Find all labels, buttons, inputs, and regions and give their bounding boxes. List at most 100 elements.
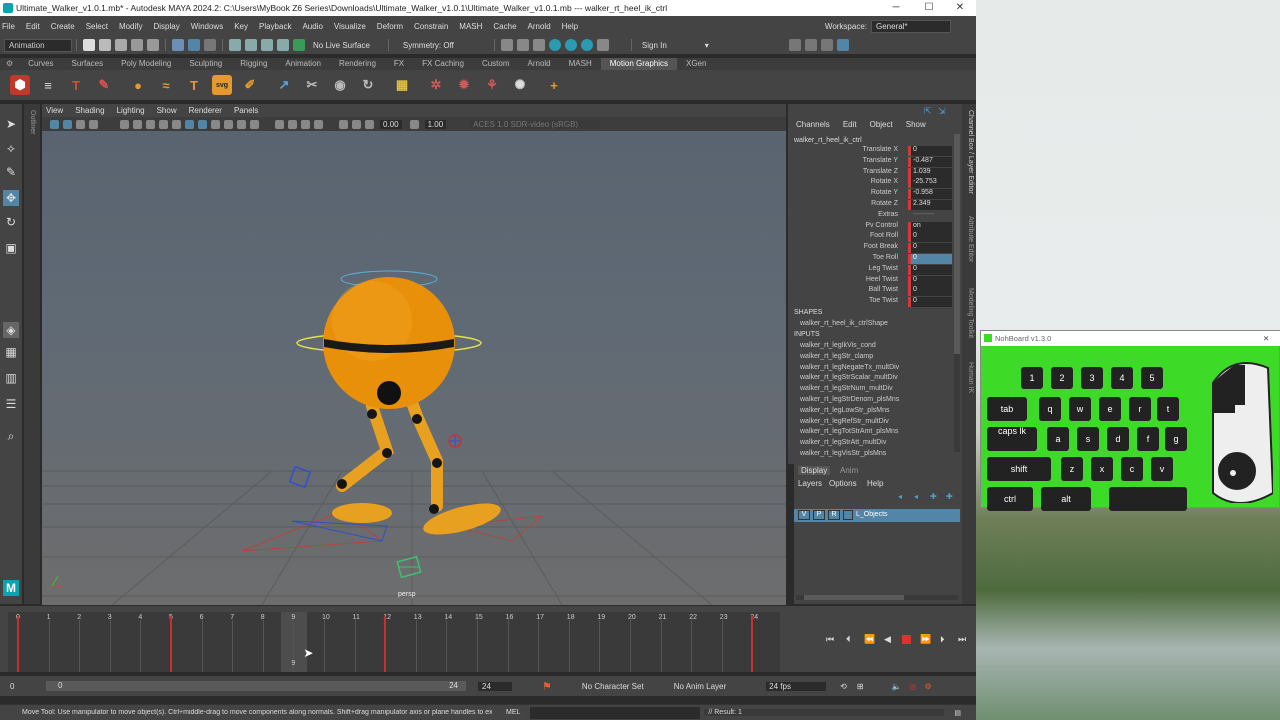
paint-icon[interactable]: ✐ — [240, 75, 260, 95]
shelf-tab-surfaces[interactable]: Surfaces — [63, 58, 113, 70]
viewport-menu-view[interactable]: View — [46, 106, 63, 115]
attribute-value[interactable]: 0 — [908, 254, 952, 264]
shelf-tab-custom[interactable]: Custom — [473, 58, 519, 70]
menu-arnold[interactable]: Arnold — [528, 22, 551, 31]
menu-modify[interactable]: Modify — [119, 22, 143, 31]
snap-live-icon[interactable] — [293, 39, 305, 51]
isolate-select-icon[interactable] — [275, 119, 284, 129]
new-scene-icon[interactable] — [83, 39, 95, 51]
xray-joints-icon[interactable] — [301, 119, 310, 129]
sound-icon[interactable]: 🔈 — [892, 682, 902, 691]
attribute-value[interactable]: 2.349 — [908, 200, 952, 210]
shelf-list-icon[interactable]: ≡ — [38, 75, 58, 95]
menu-constrain[interactable]: Constrain — [414, 22, 448, 31]
attribute-value[interactable]: --------- — [908, 211, 952, 221]
attribute-name[interactable]: Translate Y — [863, 157, 898, 164]
shape-node[interactable]: walker_rt_heel_ik_ctrlShape — [800, 320, 888, 327]
lasso-tool-icon[interactable]: ⟡ — [3, 140, 19, 156]
search-icon[interactable]: ⌕ — [3, 428, 19, 444]
layer-menu-help[interactable]: Help — [867, 479, 883, 488]
snap-point-icon[interactable] — [261, 39, 273, 51]
attribute-row[interactable]: Rotate X -25.753 — [788, 178, 958, 189]
lights-icon[interactable] — [237, 119, 246, 129]
attribute-row[interactable]: Pv Control on — [788, 221, 958, 232]
script-language-toggle[interactable]: MEL — [506, 709, 520, 716]
cube-sphere-icon[interactable]: ● — [128, 75, 148, 95]
symmetry-dropdown[interactable]: Symmetry: Off — [403, 41, 454, 50]
close-button[interactable]: ✕ — [945, 0, 975, 16]
shelf-tab-xgen[interactable]: XGen — [677, 58, 715, 70]
character-set-dropdown[interactable]: No Character Set — [582, 682, 644, 691]
wireframe-on-shaded-icon[interactable] — [211, 119, 220, 129]
wave-icon[interactable]: ≈ — [156, 75, 176, 95]
attribute-editor-icon[interactable] — [804, 39, 817, 51]
sign-in-button[interactable]: Sign In — [642, 41, 667, 50]
input-node[interactable]: walker_rt_legStrDenom_plsMns — [800, 396, 899, 403]
keyframe-marker[interactable] — [170, 616, 172, 672]
image-plane-icon[interactable] — [89, 119, 98, 129]
channel-box-icon[interactable] — [836, 39, 849, 51]
save-scene-icon[interactable] — [115, 39, 127, 51]
field-icon[interactable]: ✺ — [510, 75, 530, 95]
range-slider[interactable]: 0 24 — [46, 681, 466, 691]
anim-prefs-icon[interactable]: ⚙ — [925, 682, 932, 691]
cb-menu-channels[interactable]: Channels — [796, 120, 830, 129]
layer-color-swatch[interactable] — [843, 510, 853, 520]
tab-human-ik[interactable]: Human IK — [967, 362, 974, 393]
gamma-field[interactable]: 1.00 — [424, 119, 447, 129]
shelf-tab-sculpting[interactable]: Sculpting — [180, 58, 231, 70]
emitter-icon[interactable]: ✹ — [454, 75, 474, 95]
move-layer-up-icon[interactable]: ◂ — [898, 492, 902, 501]
dynamics-icon[interactable]: ⚘ — [482, 75, 502, 95]
render-view-icon[interactable] — [532, 39, 545, 51]
camera-lock-icon[interactable] — [63, 119, 72, 129]
sweep-icon[interactable]: ✎ — [94, 75, 114, 95]
arnold-render-icon[interactable] — [580, 39, 593, 51]
nohboard-close-button[interactable]: ✕ — [1263, 331, 1269, 346]
svg-icon[interactable]: svg — [212, 75, 232, 95]
input-node[interactable]: walker_rt_legStrAtt_multDiv — [800, 439, 886, 446]
attribute-value[interactable]: on — [908, 221, 952, 232]
open-scene-icon[interactable] — [99, 39, 111, 51]
time-slider-track[interactable]: 0123456789101112131415161718192021222324… — [8, 612, 780, 672]
sweep-mesh-icon[interactable]: ✂ — [302, 75, 322, 95]
attribute-name[interactable]: Rotate Z — [871, 200, 898, 207]
menu-create[interactable]: Create — [51, 22, 75, 31]
menu-visualize[interactable]: Visualize — [334, 22, 366, 31]
attribute-row[interactable]: Foot Break 0 — [788, 243, 958, 254]
cb-menu-object[interactable]: Object — [870, 120, 893, 129]
step-back-frame-icon[interactable]: ⏪ — [864, 634, 875, 645]
node-name[interactable]: walker_rt_heel_ik_ctrl — [794, 137, 862, 144]
resolution-gate-icon[interactable] — [146, 119, 155, 129]
viewport-menu-panels[interactable]: Panels — [234, 106, 258, 115]
ipr-icon[interactable] — [596, 39, 609, 51]
step-back-key-icon[interactable]: ⏴ — [846, 634, 851, 645]
viewport-menu-renderer[interactable]: Renderer — [189, 106, 222, 115]
menu-windows[interactable]: Windows — [191, 22, 223, 31]
select-hierarchy-icon[interactable] — [172, 39, 184, 51]
keyframe-marker[interactable] — [384, 616, 387, 672]
attribute-name[interactable]: Rotate Y — [871, 189, 898, 196]
redo-icon[interactable] — [147, 39, 159, 51]
snap-plane-icon[interactable] — [277, 39, 289, 51]
outliner-icon[interactable]: ☰ — [3, 396, 19, 412]
viewport-3d[interactable]: persp — [42, 131, 786, 605]
new-layer-icon[interactable]: ✚ — [930, 492, 937, 501]
channel-box-layout-icon[interactable]: ⇲ — [938, 106, 946, 117]
attribute-value[interactable]: -0.487 — [908, 156, 952, 167]
scene-start-field[interactable]: 0 — [10, 682, 40, 691]
input-node[interactable]: walker_rt_legLowStr_plsMns — [800, 407, 889, 414]
keyframe-marker[interactable] — [17, 616, 19, 672]
hypershade-icon[interactable] — [564, 39, 577, 51]
outliner-tab-label[interactable]: Outliner — [29, 110, 36, 135]
menu-deform[interactable]: Deform — [377, 22, 403, 31]
shelf-menu-icon[interactable]: ⚙ — [0, 58, 19, 70]
rotate-tool-icon[interactable]: ↻ — [3, 214, 19, 230]
script-editor-icon[interactable]: ▤ — [954, 709, 961, 717]
menu-help[interactable]: Help — [562, 22, 578, 31]
smooth-shade-icon[interactable] — [198, 119, 207, 129]
select-object-icon[interactable] — [188, 39, 200, 51]
input-node[interactable]: walker_rt_legNegateTx_multDiv — [800, 364, 899, 371]
foot-control-curves[interactable] — [241, 510, 544, 552]
exposure-icon[interactable] — [365, 119, 374, 129]
